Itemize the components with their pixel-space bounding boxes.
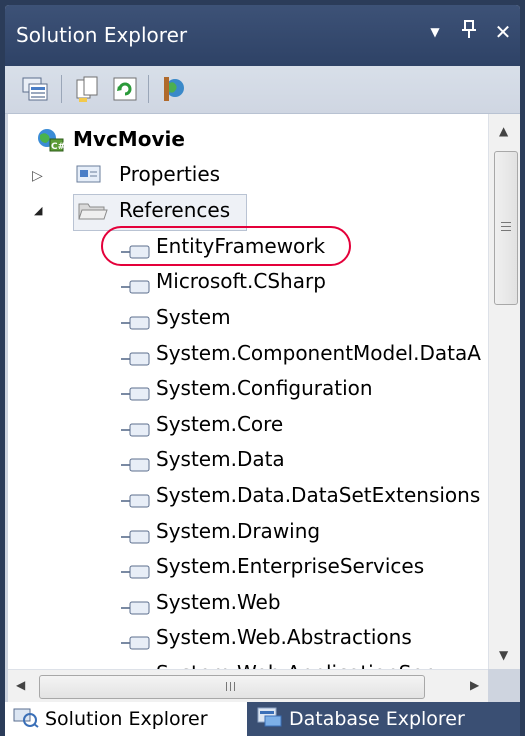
tree-item-references[interactable]: ◢ References (8, 192, 488, 228)
reference-label: System.Web.Abstractions (156, 625, 412, 649)
reference-item[interactable]: System.Web.Abstractions (8, 619, 488, 655)
refresh-icon[interactable] (110, 74, 140, 104)
scrollbar-corner (488, 669, 520, 701)
reference-assembly-icon (121, 382, 151, 406)
reference-item[interactable]: System (8, 299, 488, 335)
tree-item-properties[interactable]: ▷ Properties (8, 156, 488, 192)
tab-database-explorer[interactable]: Database Explorer (249, 702, 519, 736)
reference-item[interactable]: System.Configuration (8, 370, 488, 406)
toolbar (5, 66, 520, 114)
reference-item[interactable]: System.EnterpriseServices (8, 548, 488, 584)
collapse-arrow-icon[interactable]: ◢ (34, 204, 42, 217)
tab-solution-explorer[interactable]: Solution Explorer (5, 702, 247, 736)
reference-item[interactable]: Microsoft.CSharp (8, 263, 488, 299)
reference-assembly-icon (121, 489, 151, 513)
svg-text:C#: C# (51, 142, 64, 152)
reference-item[interactable]: System.Drawing (8, 513, 488, 549)
reference-item[interactable]: System.Web (8, 584, 488, 620)
reference-assembly-icon (121, 596, 151, 620)
reference-label: System.Drawing (156, 519, 321, 543)
project-label: MvcMovie (73, 127, 185, 151)
show-all-files-icon[interactable] (73, 74, 103, 104)
horizontal-scrollbar[interactable]: ◀ ▶ (8, 669, 488, 702)
properties-folder-icon (76, 164, 102, 189)
solution-explorer-icon (13, 706, 39, 733)
reference-item[interactable]: System.Data.DataSetExtensions (8, 477, 488, 513)
reference-label: System (156, 305, 231, 329)
reference-label: System.EnterpriseServices (156, 554, 425, 578)
reference-label: System.Data (156, 447, 285, 471)
reference-item[interactable]: System.Web.ApplicationServ (8, 655, 488, 669)
reference-assembly-icon (121, 347, 151, 371)
reference-label: System.Web.ApplicationServ (156, 661, 444, 669)
reference-item[interactable]: System.ComponentModel.DataA (8, 335, 488, 371)
scroll-up-icon[interactable]: ▲ (499, 124, 508, 138)
reference-assembly-icon (121, 453, 151, 477)
tab-label: Solution Explorer (45, 708, 208, 730)
reference-label: Microsoft.CSharp (156, 269, 326, 293)
tree-item-label: Properties (119, 162, 221, 186)
reference-assembly-icon (121, 560, 151, 584)
tree-item-project[interactable]: C# MvcMovie (8, 121, 488, 157)
reference-item[interactable]: System.Data (8, 441, 488, 477)
reference-assembly-icon (121, 525, 151, 549)
close-icon[interactable]: ✕ (492, 20, 514, 44)
reference-assembly-icon (121, 418, 151, 442)
properties-icon[interactable] (20, 74, 50, 104)
panel-title: Solution Explorer (16, 23, 188, 47)
reference-label: System.Web (156, 590, 281, 614)
open-folder-icon (78, 201, 108, 226)
tree-item-label: References (119, 198, 231, 222)
web-project-icon: C# (36, 126, 65, 157)
highlight-circle-annotation (101, 226, 351, 266)
scroll-right-icon[interactable]: ▶ (470, 678, 479, 692)
reference-label: System.ComponentModel.DataA (156, 341, 481, 365)
scroll-down-icon[interactable]: ▼ (499, 648, 508, 662)
solution-tree: C# MvcMovie ▷ Properties ◢ References En… (8, 114, 488, 669)
pin-icon[interactable] (458, 19, 480, 44)
bottom-tab-strip: Solution Explorer Database Explorer (5, 702, 520, 736)
solution-explorer-panel: Solution Explorer ▼ ✕ C# MvcMovie ▷ Prop… (5, 5, 520, 736)
reference-assembly-icon (121, 275, 151, 299)
reference-item[interactable]: System.Core (8, 406, 488, 442)
reference-assembly-icon (121, 631, 151, 655)
vertical-scrollbar[interactable]: ▲ ▼ (488, 114, 520, 669)
window-position-dropdown-icon[interactable]: ▼ (424, 25, 446, 39)
reference-assembly-icon (121, 311, 151, 335)
class-view-icon[interactable] (160, 74, 190, 104)
tab-label: Database Explorer (289, 708, 465, 730)
solution-explorer-window: Solution Explorer ▼ ✕ C# MvcMovie ▷ Prop… (0, 0, 525, 736)
panel-titlebar: Solution Explorer ▼ ✕ (5, 5, 520, 66)
database-explorer-icon (257, 706, 283, 733)
reference-label: System.Configuration (156, 376, 373, 400)
horizontal-scroll-thumb[interactable] (39, 675, 425, 699)
reference-label: System.Core (156, 412, 284, 436)
vertical-scroll-thumb[interactable] (494, 151, 518, 305)
reference-label: System.Data.DataSetExtensions (156, 483, 481, 507)
expand-arrow-icon[interactable]: ▷ (32, 168, 43, 184)
scroll-left-icon[interactable]: ◀ (16, 678, 25, 692)
